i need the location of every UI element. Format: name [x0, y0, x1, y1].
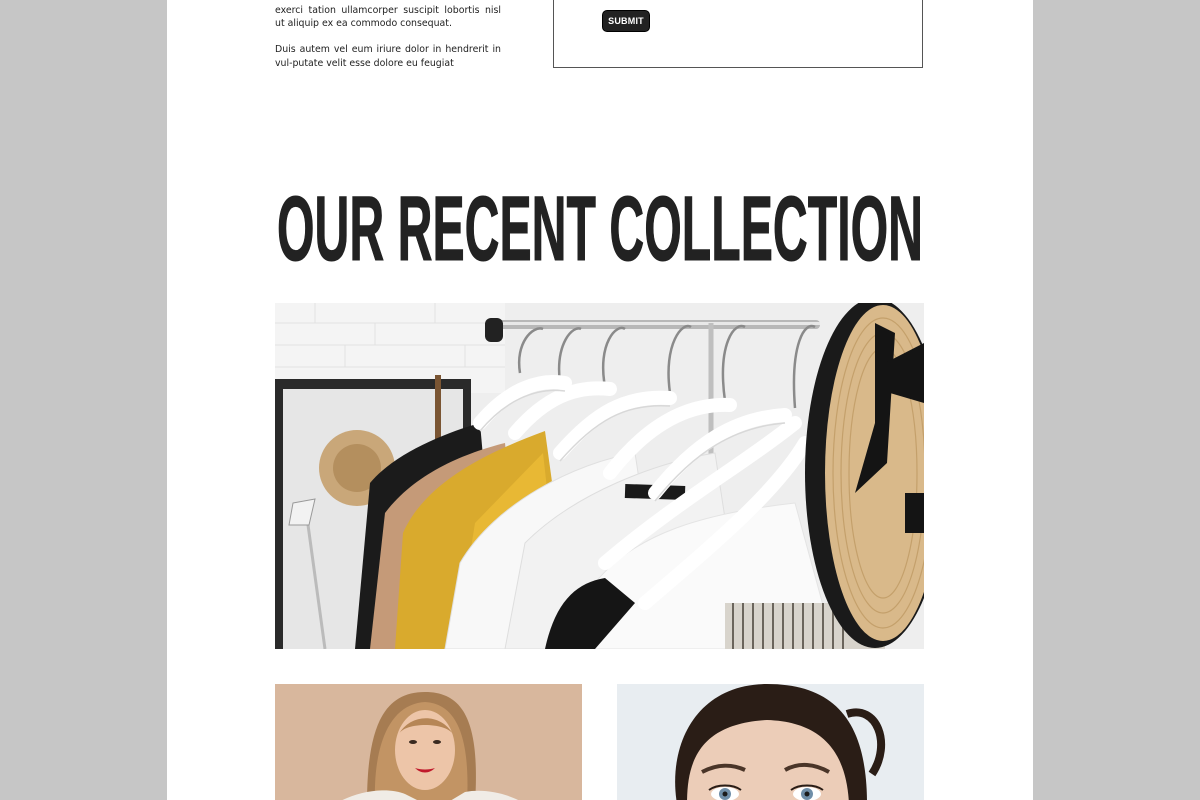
clothing-rack-image: [275, 303, 924, 649]
section-title: OUR RECENT COLLECTION: [277, 186, 923, 270]
section-title-wrap: OUR RECENT COLLECTION: [275, 186, 925, 270]
submit-button[interactable]: SUBMIT: [602, 10, 650, 32]
clothing-rack-illustration: [275, 303, 924, 649]
model-left-illustration: [275, 684, 582, 800]
model-photo-right: [617, 684, 924, 800]
intro-text: exerci tation ullamcorper suscipit lobor…: [275, 4, 501, 83]
model-right-illustration: [617, 684, 924, 800]
document-page: exerci tation ullamcorper suscipit lobor…: [167, 0, 1033, 800]
contact-form-box: SUBMIT: [553, 0, 923, 68]
section-title-svg: OUR RECENT COLLECTION: [277, 186, 924, 270]
model-photo-left: [275, 684, 582, 800]
intro-paragraph-2: Duis autem vel eum iriure dolor in hendr…: [275, 44, 501, 69]
intro-paragraph-1: exerci tation ullamcorper suscipit lobor…: [275, 5, 501, 30]
